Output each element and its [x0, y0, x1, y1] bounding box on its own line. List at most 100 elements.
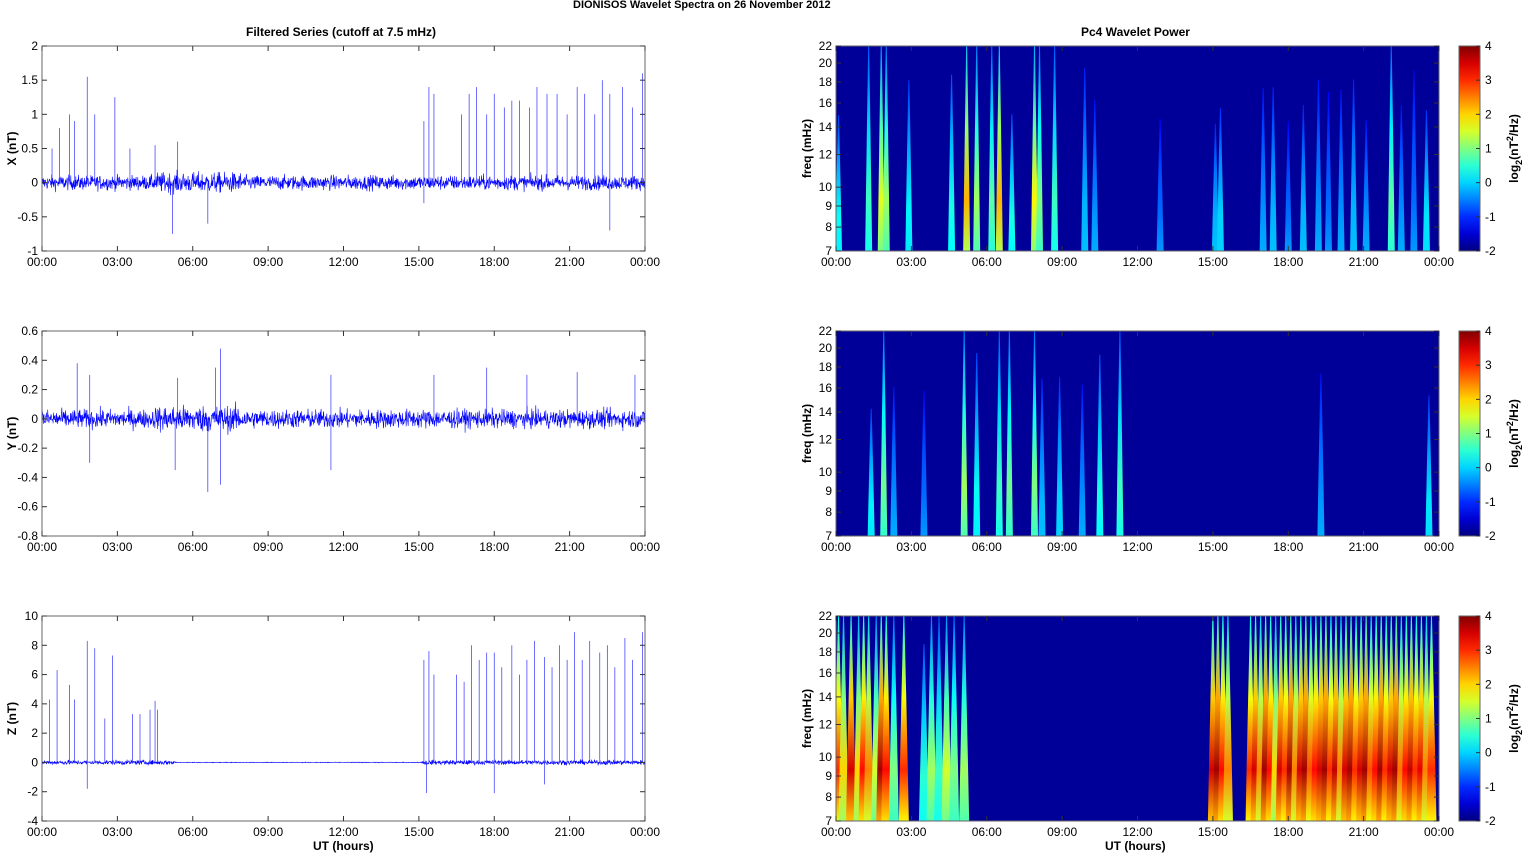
cbar-tick-label: -1: [1485, 495, 1496, 509]
xtick-label: 09:00: [1047, 825, 1077, 839]
xtick-label: 18:00: [1273, 255, 1303, 269]
xtick-label: 00:00: [27, 825, 57, 839]
ytick-label: -0.4: [17, 470, 38, 484]
ytick-label: 12: [819, 148, 833, 162]
xtick-label: 06:00: [972, 255, 1002, 269]
ytick-label: 20: [819, 341, 833, 355]
xtick-label: 09:00: [253, 825, 283, 839]
cbar-tick-label: 0: [1485, 746, 1492, 760]
ytick-label: 1: [31, 107, 38, 121]
ytick-label: 12: [819, 718, 833, 732]
xtick-label: 21:00: [1349, 255, 1379, 269]
cbar-label: log2(nT2/Hz): [1505, 399, 1524, 468]
xtick-label: 18:00: [1273, 540, 1303, 554]
cbar-tick-label: 2: [1485, 677, 1492, 691]
colorbar: -2 -1 0 1 2 3 4 log2(nT2/Hz): [1458, 609, 1524, 828]
xtick-label: 06:00: [972, 825, 1002, 839]
ytick-label: 12: [819, 433, 833, 447]
xtick-label: 09:00: [253, 255, 283, 269]
ytick-label: 6: [31, 668, 38, 682]
xtick-label: 15:00: [404, 255, 434, 269]
xtick-label: 03:00: [896, 540, 926, 554]
ytick-label: 22: [819, 39, 833, 53]
ytick-label: 16: [819, 666, 833, 680]
xtick-label: 06:00: [972, 540, 1002, 554]
cbar-tick-label: 4: [1485, 324, 1492, 338]
ylabel: freq (mHz): [800, 404, 814, 463]
xtick-label: 03:00: [102, 540, 132, 554]
ytick-label: 4: [31, 697, 38, 711]
ytick-label: 20: [819, 626, 833, 640]
ytick-label: -2: [27, 785, 38, 799]
xtick-label: 12:00: [328, 825, 358, 839]
ytick-label: 0: [31, 176, 38, 190]
ytick-label: 8: [825, 790, 832, 804]
cbar-tick-label: -1: [1485, 780, 1496, 794]
xtick-label: 12:00: [1122, 825, 1152, 839]
cbar-tick-label: 1: [1485, 712, 1492, 726]
xtick-label: 12:00: [328, 255, 358, 269]
spectrogram-Z-power: -2 -1 0 1 2 3 4 log2(nT2/Hz): [835, 609, 1524, 828]
ytick-label: 9: [825, 484, 832, 498]
ytick-label: 10: [25, 609, 39, 623]
ylabel: Z (nT): [5, 702, 19, 735]
cbar-tick-label: 4: [1485, 39, 1492, 53]
cbar-tick-label: 1: [1485, 142, 1492, 156]
xtick-label: 00:00: [821, 540, 851, 554]
ytick-label: 16: [819, 96, 833, 110]
cbar-tick-label: 3: [1485, 643, 1492, 657]
plots-canvas: -1 -0.5 0 0.5 1 1.5 2 00:00 03:00 06:00 09:00 12:00…: [5, 39, 1524, 839]
xtick-label: 00:00: [1424, 540, 1454, 554]
xtick-label: 03:00: [102, 255, 132, 269]
ytick-label: 14: [819, 405, 833, 419]
ytick-label: 8: [825, 505, 832, 519]
timeseries-Y: [41, 330, 646, 537]
ytick-label: -0.5: [17, 210, 38, 224]
ytick-label: 9: [825, 199, 832, 213]
xtick-label: 15:00: [1198, 540, 1228, 554]
plot-area: [42, 331, 645, 536]
timeseries-X: [41, 45, 646, 252]
xtick-label: 09:00: [1047, 540, 1077, 554]
xtick-label: 03:00: [102, 825, 132, 839]
ytick-label: 9: [825, 769, 832, 783]
xtick-label: 03:00: [896, 255, 926, 269]
xtick-label: 00:00: [821, 825, 851, 839]
xtick-label: 15:00: [404, 540, 434, 554]
xtick-label: 00:00: [1424, 825, 1454, 839]
ytick-label: 18: [819, 360, 833, 374]
cbar-tick-label: 4: [1485, 609, 1492, 623]
xtick-label: 06:00: [178, 825, 208, 839]
plot-area: [42, 46, 645, 251]
xtick-label: 21:00: [1349, 825, 1379, 839]
xtick-label: 00:00: [1424, 255, 1454, 269]
xtick-label: 00:00: [27, 255, 57, 269]
xtick-label: 21:00: [555, 255, 585, 269]
cbar-label: log2(nT2/Hz): [1505, 114, 1524, 183]
xtick-label: 15:00: [404, 825, 434, 839]
colorbar: -2 -1 0 1 2 3 4 log2(nT2/Hz): [1458, 39, 1524, 258]
xtick-label: 15:00: [1198, 255, 1228, 269]
xtick-label: 21:00: [1349, 540, 1379, 554]
xtick-label: 18:00: [479, 825, 509, 839]
cbar-tick-label: 3: [1485, 358, 1492, 372]
cbar-tick-label: 2: [1485, 392, 1492, 406]
ytick-label: 0: [31, 412, 38, 426]
ytick-label: 10: [819, 750, 833, 764]
xtick-label: 06:00: [178, 255, 208, 269]
cbar-tick-label: -2: [1485, 244, 1496, 258]
ytick-label: 1.5: [21, 73, 38, 87]
cbar-tick-label: 0: [1485, 461, 1492, 475]
cbar-tick-label: -1: [1485, 210, 1496, 224]
xtick-label: 18:00: [1273, 825, 1303, 839]
ytick-label: -0.2: [17, 441, 38, 455]
timeseries-Z: [41, 615, 646, 822]
spectrogram-Y-power: -2 -1 0 1 2 3 4 log2(nT2/Hz): [835, 324, 1524, 543]
ytick-label: 14: [819, 690, 833, 704]
xtick-label: 18:00: [479, 540, 509, 554]
xtick-label: 12:00: [328, 540, 358, 554]
ytick-label: 18: [819, 75, 833, 89]
xtick-label: 00:00: [630, 825, 660, 839]
colorbar: -2 -1 0 1 2 3 4 log2(nT2/Hz): [1458, 324, 1524, 543]
ytick-label: 0.6: [21, 324, 38, 338]
